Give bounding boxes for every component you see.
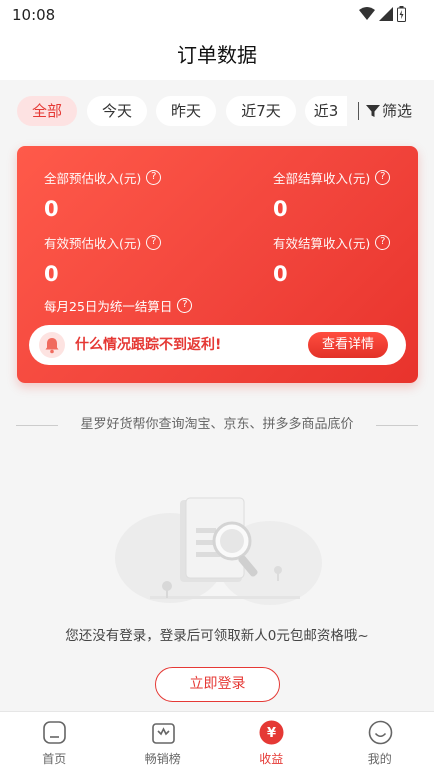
empty-search-illustration — [115, 497, 322, 605]
tab-label: 畅销榜 — [144, 752, 181, 766]
settlement-note: 每月25日为统一结算日 ? — [44, 296, 193, 315]
chip-all[interactable]: 全部 — [17, 96, 77, 126]
tab-earnings[interactable]: ¥ 收益 — [217, 712, 326, 772]
page-title: 订单数据 — [177, 43, 257, 67]
chip-last-3[interactable]: 近3 — [305, 96, 347, 126]
tab-profile[interactable]: 我的 — [326, 712, 434, 772]
help-icon[interactable]: ? — [375, 170, 391, 185]
bell-icon — [39, 332, 65, 358]
stat-value: 0 — [44, 197, 59, 221]
help-icon[interactable]: ? — [146, 235, 162, 250]
promo-text: 星罗好货帮你查询淘宝、京东、拼多多商品底价 — [80, 417, 354, 432]
tab-label: 我的 — [367, 752, 392, 766]
stat-value: 0 — [273, 197, 288, 221]
battery-icon — [397, 6, 406, 22]
stat-total-settled: 全部结算收入(元)? 0 — [273, 168, 391, 221]
stat-label: 全部结算收入(元) — [273, 171, 371, 186]
earnings-card: 全部预估收入(元)? 0 全部结算收入(元)? 0 有效预估收入(元)? 0 有… — [17, 146, 418, 383]
bestseller-icon — [151, 723, 175, 744]
profile-icon — [368, 720, 392, 745]
bottom-tab-bar: 首页 畅销榜 ¥ 收益 我的 — [0, 711, 434, 772]
wifi-icon — [359, 7, 375, 20]
stat-valid-estimated: 有效预估收入(元)? 0 — [44, 233, 162, 286]
chip-yesterday[interactable]: 昨天 — [156, 96, 216, 126]
status-time: 10:08 — [12, 6, 56, 24]
date-filter-bar: 全部 今天 昨天 近7天 近3 筛选 — [0, 96, 434, 130]
stat-value: 0 — [273, 262, 288, 286]
divider-line-right — [376, 425, 418, 426]
notice-text: 什么情况跟踪不到返利! — [75, 337, 222, 353]
chip-last-7-days[interactable]: 近7天 — [226, 96, 296, 126]
view-details-button[interactable]: 查看详情 — [308, 332, 388, 358]
rebate-notice[interactable]: 什么情况跟踪不到返利! 查看详情 — [29, 325, 406, 365]
stat-value: 0 — [44, 262, 59, 286]
tab-label: 首页 — [42, 752, 67, 766]
promo-divider: 星罗好货帮你查询淘宝、京东、拼多多商品底价 — [16, 414, 418, 436]
signal-icon — [379, 7, 393, 21]
status-bar: 10:08 — [0, 0, 434, 30]
stat-total-estimated: 全部预估收入(元)? 0 — [44, 168, 162, 221]
tab-bestseller[interactable]: 畅销榜 — [109, 712, 218, 772]
status-icons — [359, 6, 406, 22]
filter-button[interactable]: 筛选 — [366, 96, 412, 126]
chip-today[interactable]: 今天 — [87, 96, 147, 126]
tab-home[interactable]: 首页 — [0, 712, 109, 772]
title-bar: 订单数据 — [0, 30, 434, 80]
funnel-icon — [366, 105, 380, 117]
stat-label: 有效预估收入(元) — [44, 236, 142, 251]
login-button[interactable]: 立即登录 — [155, 667, 280, 702]
help-icon[interactable]: ? — [375, 235, 391, 250]
stat-valid-settled: 有效结算收入(元)? 0 — [273, 233, 391, 286]
stat-label: 全部预估收入(元) — [44, 171, 142, 186]
filter-label: 筛选 — [382, 102, 413, 120]
help-icon[interactable]: ? — [146, 170, 162, 185]
login-hint: 您还没有登录，登录后可领取新人0元包邮资格哦~ — [65, 628, 369, 644]
filter-divider — [358, 102, 359, 120]
help-icon[interactable]: ? — [177, 298, 193, 313]
stat-label: 有效结算收入(元) — [273, 236, 371, 251]
home-icon — [43, 721, 66, 744]
settlement-text: 每月25日为统一结算日 — [44, 299, 173, 314]
tab-label: 收益 — [259, 752, 284, 766]
yuan-icon: ¥ — [259, 720, 284, 745]
svg-text:¥: ¥ — [267, 726, 276, 741]
